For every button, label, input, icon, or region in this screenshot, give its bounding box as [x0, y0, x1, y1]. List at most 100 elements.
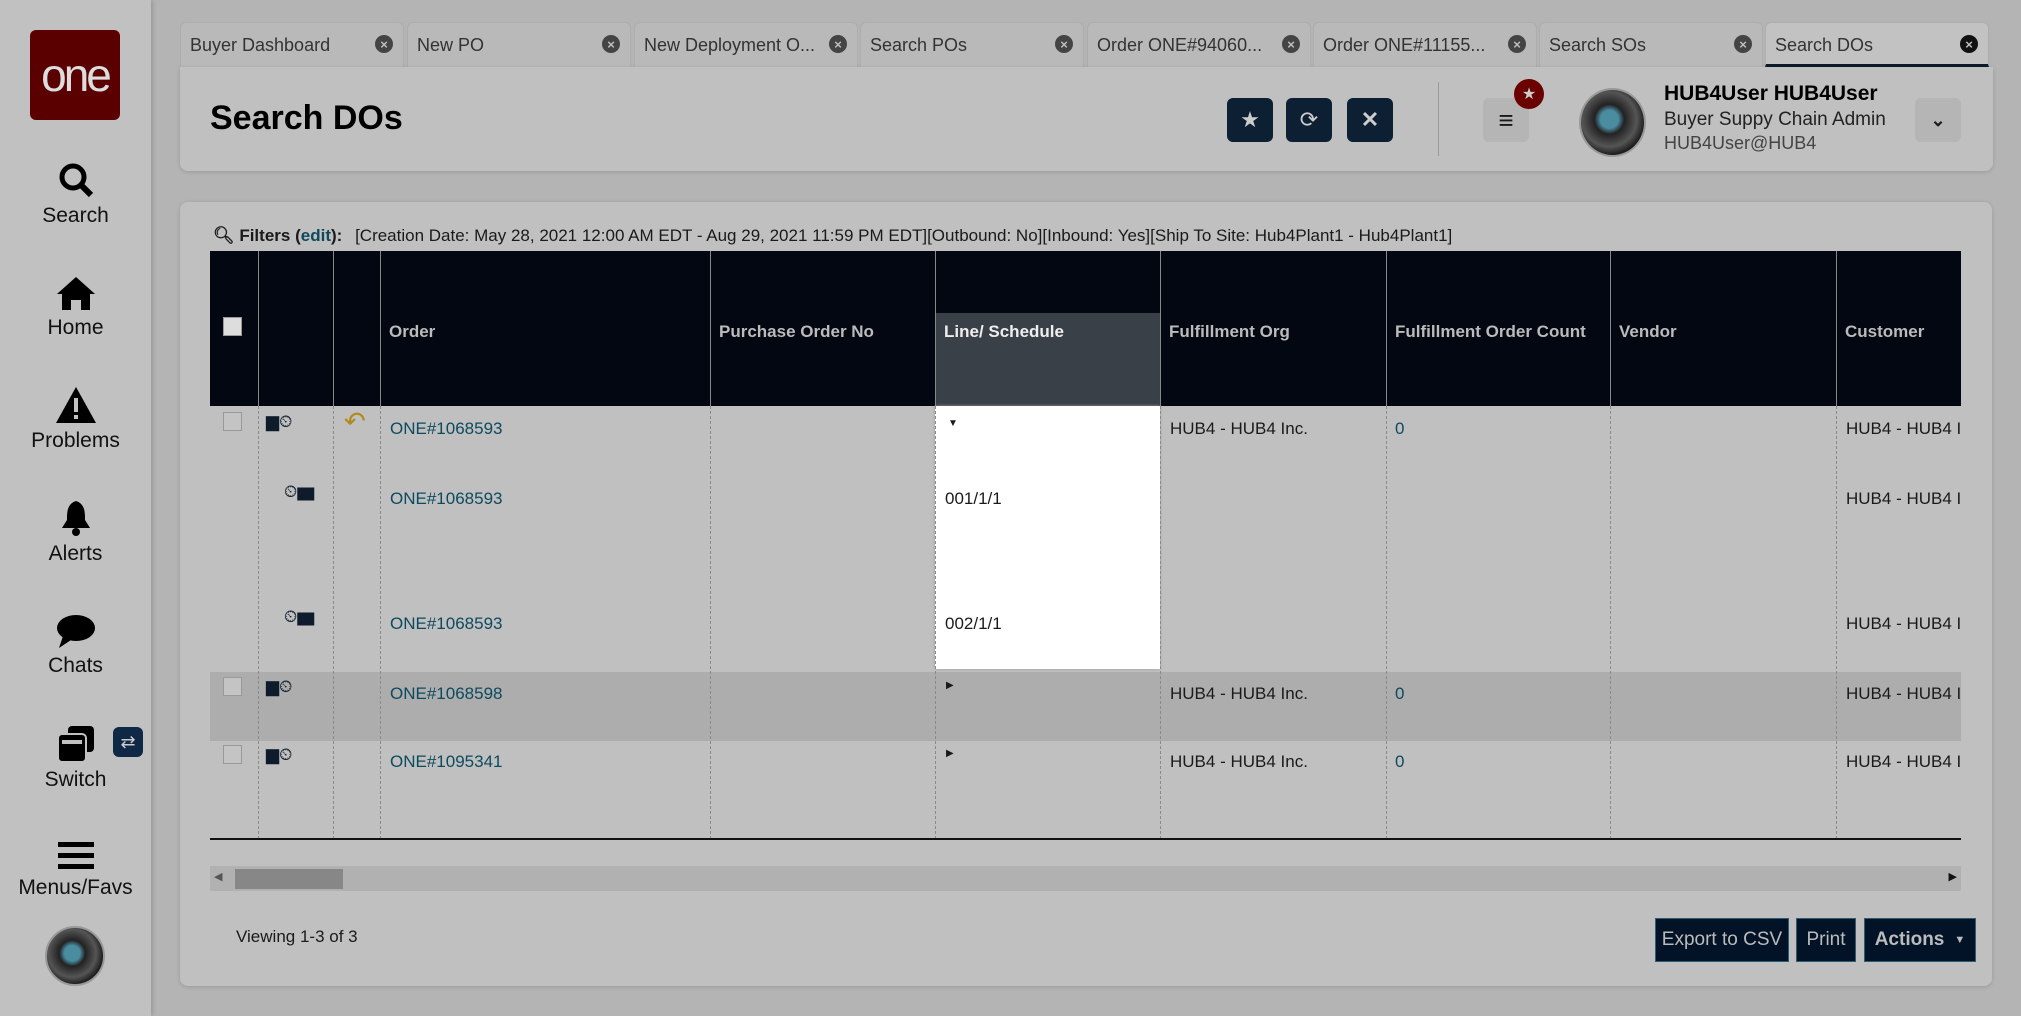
fulfillment-count-link[interactable]: 0 [1395, 419, 1404, 439]
order-link[interactable]: ONE#1068593 [390, 489, 502, 509]
order-schedule-icon[interactable]: ▆⏲ [266, 677, 292, 697]
export-csv-button[interactable]: Export to CSV [1655, 918, 1789, 962]
viewing-count: Viewing 1-3 of 3 [236, 927, 358, 946]
sidebar-item-label: Chats [48, 654, 103, 677]
column-header-line-schedule[interactable]: Line/ Schedule [935, 251, 1161, 406]
header-icons2 [333, 251, 380, 406]
fulfillment-count-link[interactable]: 0 [1395, 684, 1404, 704]
order-link[interactable]: ONE#1068598 [390, 684, 502, 704]
sidebar-item-label: Switch [44, 768, 107, 791]
sidebar-item-label: Search [42, 204, 109, 227]
close-icon[interactable]: × [1055, 35, 1073, 53]
scroll-left-icon[interactable]: ◀ [214, 870, 222, 883]
actions-label: Actions [1874, 929, 1945, 950]
refresh-button[interactable]: ⟳ [1286, 98, 1332, 142]
tab-new-po[interactable]: New PO × [407, 22, 631, 67]
hamburger-icon: ≡ [1498, 104, 1514, 135]
expand-toggle-icon[interactable]: ▶ [946, 680, 954, 691]
line-schedule: 002/1/1 [945, 614, 1002, 633]
expand-toggle-icon[interactable]: ▼ [948, 418, 958, 429]
column-header-order[interactable]: Order [380, 251, 710, 406]
favorite-button[interactable]: ★ [1227, 98, 1273, 142]
actions-dropdown[interactable]: Actions ▼ [1864, 918, 1976, 962]
close-icon[interactable]: × [602, 35, 620, 53]
sidebar-item-label: Home [47, 316, 104, 339]
close-icon[interactable]: × [1960, 35, 1978, 53]
customer: HUB4 - HUB4 Inc. [1846, 614, 1961, 633]
column-header-fulfillment-org[interactable]: Fulfillment Org [1160, 251, 1386, 406]
filters-bar: 🔍︎ Filters (edit): [Creation Date: May 2… [213, 226, 1453, 245]
print-button[interactable]: Print [1796, 918, 1856, 962]
order-link[interactable]: ONE#1095341 [390, 752, 502, 772]
fulfillment-org: HUB4 - HUB4 Inc. [1170, 752, 1308, 771]
tab-new-deployment[interactable]: New Deployment O... × [634, 22, 858, 67]
customer: HUB4 - HUB4 Inc. [1846, 752, 1961, 771]
row-checkbox[interactable] [223, 412, 242, 431]
tab-order-11155[interactable]: Order ONE#11155... × [1313, 22, 1537, 67]
scroll-right-icon[interactable]: ▶ [1949, 870, 1957, 883]
filters-label: Filters [239, 226, 291, 245]
scrollbar-thumb[interactable] [235, 869, 343, 889]
close-icon[interactable]: × [829, 35, 847, 53]
tab-search-sos[interactable]: Search SOs × [1539, 22, 1763, 67]
tab-label: Search SOs [1549, 35, 1647, 55]
sidebar-item-problems[interactable]: Problems [0, 385, 151, 453]
header-icons [258, 251, 333, 406]
user-email: HUB4User@HUB4 [1664, 133, 1817, 153]
fulfillment-org: HUB4 - HUB4 Inc. [1170, 419, 1308, 438]
header-select-all [210, 251, 258, 406]
user-menu-dropdown[interactable]: ⌄ [1915, 98, 1961, 142]
close-page-button[interactable]: ✕ [1347, 98, 1393, 142]
fulfillment-org: HUB4 - HUB4 Inc. [1170, 684, 1308, 703]
horizontal-scrollbar[interactable]: ◀ ▶ [210, 866, 1961, 891]
tab-buyer-dashboard[interactable]: Buyer Dashboard × [180, 22, 404, 67]
divider [1438, 82, 1439, 156]
tab-search-pos[interactable]: Search POs × [860, 22, 1084, 67]
order-link[interactable]: ONE#1068593 [390, 419, 502, 439]
sidebar-item-label: Alerts [48, 542, 103, 565]
column-header-fulfillment-count[interactable]: Fulfillment Order Count [1386, 251, 1610, 406]
column-header-po[interactable]: Purchase Order No [710, 251, 935, 406]
search-icon: 🔍︎ [213, 226, 235, 245]
schedule-order-icon[interactable]: ⏲▆ [284, 607, 314, 627]
close-icon[interactable]: × [1734, 35, 1752, 53]
caret-down-icon: ▼ [1954, 934, 1966, 946]
bell-icon [61, 501, 90, 536]
avatar[interactable] [1579, 88, 1646, 157]
order-schedule-icon[interactable]: ▆⏲ [266, 412, 292, 432]
tab-search-dos[interactable]: Search DOs × [1765, 22, 1989, 67]
order-schedule-icon[interactable]: ▆⏲ [266, 745, 292, 765]
user-avatar[interactable] [45, 926, 105, 986]
tab-label: Search POs [870, 35, 968, 55]
favorites-star-badge-icon[interactable]: ★ [1514, 79, 1544, 109]
close-icon[interactable]: × [375, 35, 393, 53]
undo-arrow-icon[interactable]: ↶ [344, 406, 366, 437]
schedule-order-icon[interactable]: ⏲▆ [284, 482, 314, 502]
table-bottom-border [210, 838, 1961, 840]
sidebar-item-chats[interactable]: Chats [0, 612, 151, 678]
close-icon[interactable]: × [1282, 35, 1300, 53]
column-header-vendor[interactable]: Vendor [1610, 251, 1836, 406]
warning-icon [55, 387, 96, 423]
tab-order-94060[interactable]: Order ONE#94060... × [1087, 22, 1311, 67]
sidebar-item-home[interactable]: Home [0, 274, 151, 340]
tab-label: New Deployment O... [644, 35, 816, 55]
select-all-checkbox[interactable] [223, 317, 242, 336]
edit-filters-link[interactable]: edit [301, 226, 331, 245]
expand-toggle-icon[interactable]: ▶ [946, 748, 954, 759]
row-checkbox[interactable] [223, 745, 242, 764]
switch-arrows-icon[interactable]: ⇄ [113, 727, 143, 757]
row-checkbox[interactable] [223, 677, 242, 696]
tab-label: Order ONE#11155... [1323, 35, 1486, 55]
menu-icon [57, 842, 94, 869]
star-icon: ★ [1240, 107, 1260, 132]
logo[interactable]: one [30, 30, 120, 120]
table-row-hover [210, 672, 1961, 741]
sidebar-item-alerts[interactable]: Alerts [0, 498, 151, 566]
close-icon[interactable]: × [1508, 35, 1526, 53]
sidebar-item-search[interactable]: Search [0, 160, 151, 228]
column-header-customer[interactable]: Customer [1836, 251, 1961, 406]
sidebar-item-menus-favs[interactable]: Menus/Favs [0, 840, 151, 900]
order-link[interactable]: ONE#1068593 [390, 614, 502, 634]
fulfillment-count-link[interactable]: 0 [1395, 752, 1404, 772]
